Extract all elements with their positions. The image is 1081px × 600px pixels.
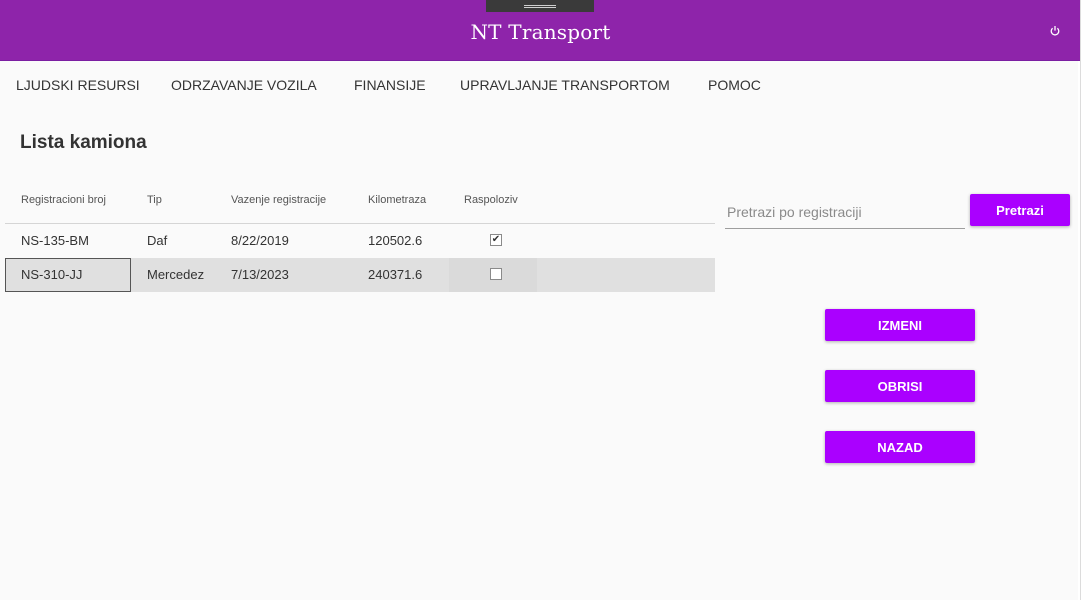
title-bar: NT Transport <box>0 0 1081 61</box>
drag-handle-line <box>524 5 556 6</box>
menu-item-ljudski-resursi[interactable]: LJUDSKI RESURSI <box>16 77 140 93</box>
column-header-tip[interactable]: Tip <box>147 194 162 206</box>
column-header-raspoloziv[interactable]: Raspoloziv <box>464 194 518 206</box>
cell-vazenje-registracije: 7/13/2023 <box>231 267 289 282</box>
edit-button[interactable]: IZMENI <box>825 309 975 341</box>
menu-item-odrzavanje-vozila[interactable]: ODRZAVANJE VOZILA <box>171 77 317 93</box>
menu-item-upravljanje-transportom[interactable]: UPRAVLJANJE TRANSPORTOM <box>460 77 670 93</box>
table-header: Registracioni broj Tip Vazenje registrac… <box>5 178 715 224</box>
menu-item-finansije[interactable]: FINANSIJE <box>354 77 426 93</box>
window-drag-handle[interactable] <box>486 0 594 12</box>
raspoloziv-checkbox[interactable] <box>490 268 502 280</box>
table-row[interactable]: NS-135-BM Daf 8/22/2019 120502.6 ✔ <box>5 224 715 258</box>
main-menu: LJUDSKI RESURSI ODRZAVANJE VOZILA FINANS… <box>0 61 1081 108</box>
cell-vazenje-registracije: 8/22/2019 <box>231 233 289 248</box>
column-header-registracioni-broj[interactable]: Registracioni broj <box>21 194 106 206</box>
drag-handle-line <box>524 7 556 8</box>
cell-kilometraza: 120502.6 <box>368 233 423 248</box>
cell-registracioni-broj: NS-310-JJ <box>21 267 83 282</box>
page-title: Lista kamiona <box>20 132 147 153</box>
cell-tip: Mercedez <box>147 267 205 282</box>
menu-item-pomoc[interactable]: POMOC <box>708 77 761 93</box>
cell-registracioni-broj: NS-135-BM <box>21 233 89 248</box>
search-input[interactable] <box>725 196 965 229</box>
back-button[interactable]: NAZAD <box>825 431 975 463</box>
truck-table: Registracioni broj Tip Vazenje registrac… <box>5 178 715 292</box>
column-header-vazenje-registracije[interactable]: Vazenje registracije <box>231 194 326 206</box>
delete-button[interactable]: OBRISI <box>825 370 975 402</box>
app-title: NT Transport <box>470 20 611 44</box>
power-icon[interactable] <box>1045 21 1065 41</box>
raspoloziv-checkbox[interactable]: ✔ <box>490 234 502 246</box>
search-button[interactable]: Pretrazi <box>970 194 1070 226</box>
cell-tip: Daf <box>147 233 168 248</box>
cell-kilometraza: 240371.6 <box>368 267 423 282</box>
column-header-kilometraza[interactable]: Kilometraza <box>368 194 426 206</box>
table-row[interactable]: NS-310-JJ Mercedez 7/13/2023 240371.6 <box>5 258 715 292</box>
